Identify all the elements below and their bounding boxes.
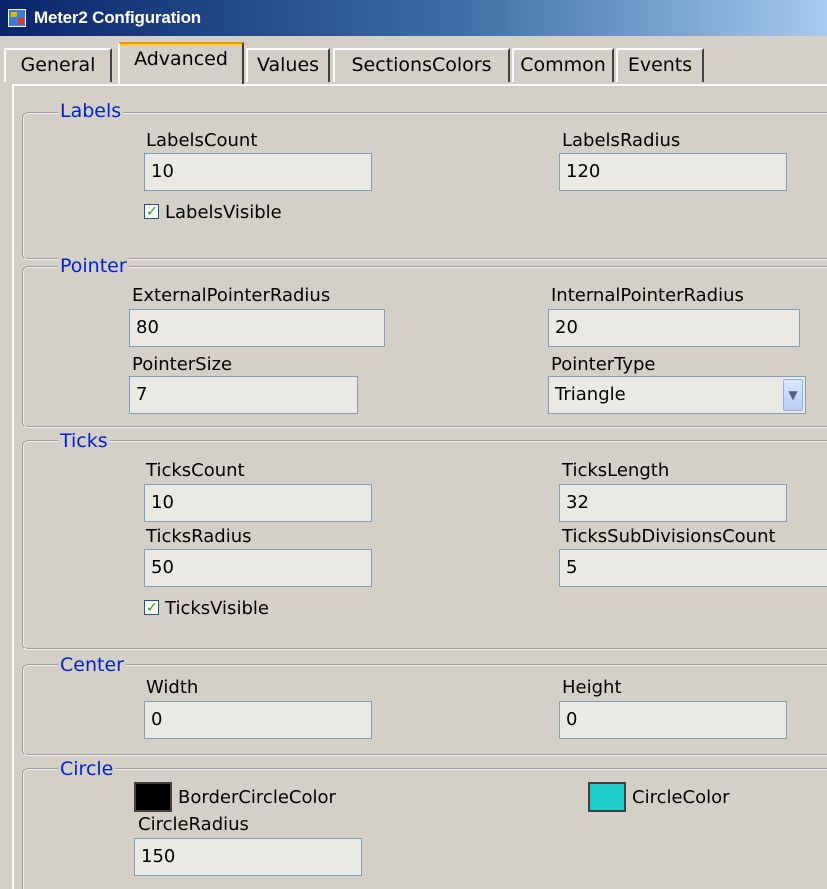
config-window: Meter2 Configuration General Advanced Va… [0, 0, 827, 889]
check-icon[interactable] [144, 597, 159, 619]
circle-color-label: CircleColor [632, 787, 730, 808]
pointer-group-title: Pointer [58, 255, 129, 277]
ticks-radius-input[interactable]: 50 [144, 549, 372, 587]
center-width-input[interactable]: 0 [144, 701, 372, 739]
tab-common[interactable]: Common [512, 48, 614, 82]
center-group-title: Center [58, 654, 126, 676]
tab-events[interactable]: Events [616, 48, 704, 82]
pointer-type-select[interactable]: Triangle ▼ [548, 376, 806, 414]
tab-sectionscolors[interactable]: SectionsColors [333, 48, 510, 82]
pointer-type-label: PointerType [551, 354, 656, 375]
ticks-length-input[interactable]: 32 [559, 484, 787, 522]
labels-radius-input[interactable]: 120 [559, 153, 787, 191]
circle-color-swatch[interactable] [588, 782, 626, 812]
title-bar[interactable]: Meter2 Configuration [0, 0, 827, 36]
tab-values[interactable]: Values [246, 48, 330, 82]
internal-pointer-radius-input[interactable]: 20 [548, 309, 800, 347]
pointer-size-input[interactable]: 7 [129, 376, 358, 414]
app-icon [8, 9, 26, 27]
border-circle-color-label: BorderCircleColor [178, 787, 336, 808]
ticks-count-label: TicksCount [146, 460, 245, 481]
center-height-input[interactable]: 0 [559, 701, 787, 739]
circle-radius-label: CircleRadius [138, 814, 249, 835]
labels-count-label: LabelsCount [146, 130, 258, 151]
ticks-subdivisions-label: TicksSubDivisionsCount [562, 526, 776, 547]
tab-advanced[interactable]: Advanced [118, 42, 244, 84]
ticks-length-label: TicksLength [562, 460, 670, 481]
pointer-size-label: PointerSize [132, 354, 233, 375]
external-pointer-radius-input[interactable]: 80 [129, 309, 385, 347]
internal-pointer-radius-label: InternalPointerRadius [551, 285, 744, 306]
ticks-subdivisions-input[interactable]: 5 [559, 549, 827, 587]
center-height-label: Height [562, 677, 622, 698]
ticks-group-title: Ticks [58, 430, 110, 452]
external-pointer-radius-label: ExternalPointerRadius [132, 285, 331, 306]
ticks-count-input[interactable]: 10 [144, 484, 372, 522]
labels-visible-label: LabelsVisible [165, 202, 282, 223]
circle-radius-input[interactable]: 150 [134, 838, 362, 876]
pointer-type-value: Triangle [555, 384, 626, 405]
ticks-radius-label: TicksRadius [146, 526, 252, 547]
circle-group-title: Circle [58, 758, 116, 780]
labels-visible-checkbox[interactable]: LabelsVisible [144, 201, 282, 224]
labels-count-input[interactable]: 10 [144, 153, 372, 191]
tab-general[interactable]: General [4, 48, 112, 82]
center-width-label: Width [146, 677, 199, 698]
labels-group-title: Labels [58, 100, 124, 122]
tab-strip: General Advanced Values SectionsColors C… [0, 36, 827, 86]
window-title: Meter2 Configuration [34, 8, 201, 27]
chevron-down-icon[interactable]: ▼ [783, 379, 803, 411]
labels-radius-label: LabelsRadius [562, 130, 681, 151]
ticks-visible-checkbox[interactable]: TicksVisible [144, 597, 269, 620]
ticks-visible-label: TicksVisible [165, 598, 269, 619]
check-icon[interactable] [144, 201, 159, 223]
border-circle-color-swatch[interactable] [134, 782, 172, 812]
